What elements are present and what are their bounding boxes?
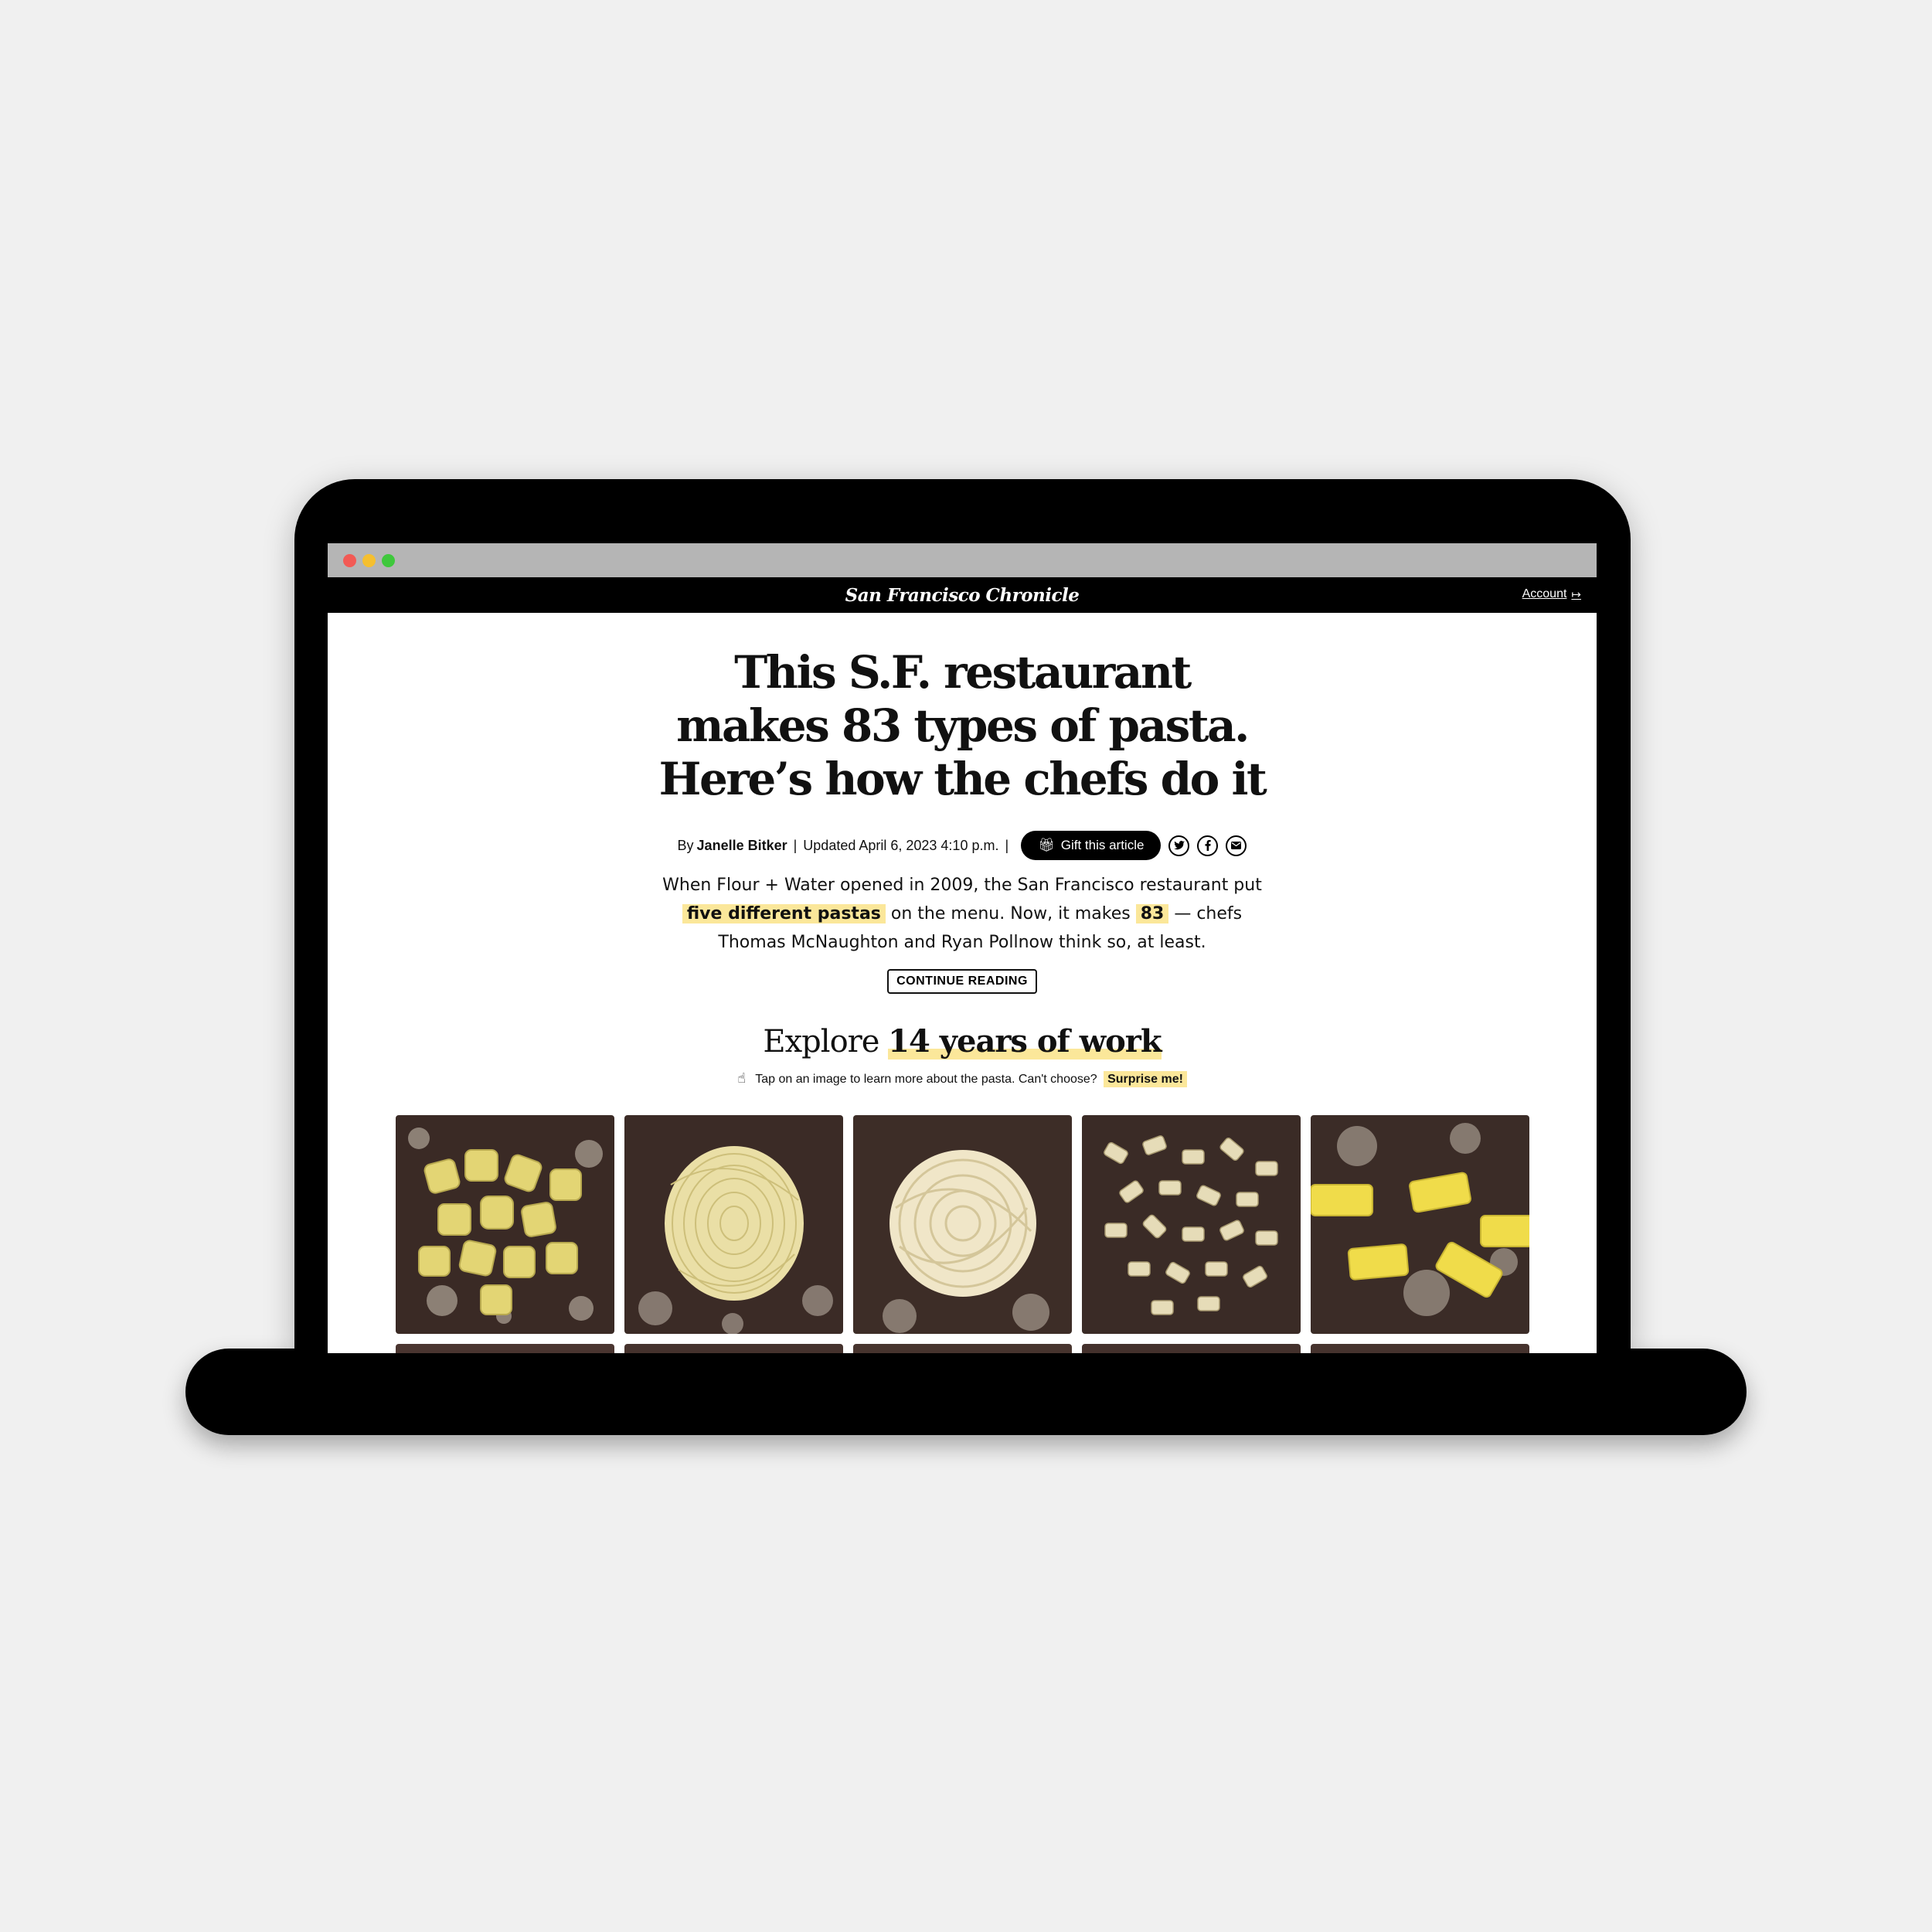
maximize-window-button[interactable] [382, 554, 395, 567]
explore-highlight: 14 years of work [888, 1023, 1162, 1060]
browser-titlebar [328, 543, 1597, 577]
pasta-image[interactable] [396, 1344, 614, 1353]
gift-article-button[interactable]: 🎁︎ Gift this article [1021, 831, 1162, 860]
pasta-image-rigatoni[interactable] [1311, 1115, 1529, 1334]
logout-icon: ↦ [1571, 588, 1581, 601]
updated-timestamp: Updated April 6, 2023 4:10 p.m. [803, 837, 999, 853]
byline: By Janelle Bitker | Updated April 6, 202… [328, 831, 1597, 860]
site-header: San Francisco Chronicle Account ↦ [328, 577, 1597, 613]
explore-hint: ☝︎ Tap on an image to learn more about t… [328, 1070, 1597, 1087]
pasta-image[interactable] [853, 1344, 1072, 1353]
close-window-button[interactable] [343, 554, 356, 567]
byline-prefix: By [677, 837, 694, 853]
pasta-image-tonnarelli[interactable] [624, 1115, 843, 1334]
browser-window: San Francisco Chronicle Account ↦ This S… [328, 543, 1597, 1353]
pasta-image[interactable] [1311, 1344, 1529, 1353]
explore-prefix: Explore [763, 1024, 879, 1060]
pasta-image-pici[interactable] [853, 1115, 1072, 1334]
facebook-icon[interactable] [1197, 835, 1219, 856]
hand-pointer-icon: ☝︎ [737, 1070, 747, 1086]
gift-icon: 🎁︎ [1038, 838, 1055, 852]
pasta-image-garganelli[interactable] [1082, 1115, 1301, 1334]
highlight-five-pastas: five different pastas [682, 904, 886, 923]
article-summary: When Flour + Water opened in 2009, the S… [653, 871, 1271, 957]
gift-label: Gift this article [1060, 838, 1145, 852]
twitter-icon[interactable] [1168, 835, 1190, 856]
account-label: Account [1522, 587, 1567, 600]
highlight-83: 83 [1135, 904, 1169, 923]
site-logo[interactable]: San Francisco Chronicle [845, 585, 1080, 606]
surprise-me-button[interactable]: Surprise me! [1104, 1071, 1187, 1087]
summary-text: on the menu. Now, it makes [890, 904, 1131, 923]
article-headline: This S.F. restaurant makes 83 types of p… [658, 646, 1267, 805]
byline-separator: | [1005, 837, 1009, 853]
continue-reading-button[interactable]: CONTINUE READING [887, 969, 1037, 994]
summary-text: When Flour + Water opened in 2009, the S… [662, 876, 1262, 895]
minimize-window-button[interactable] [362, 554, 376, 567]
pasta-image[interactable] [1082, 1344, 1301, 1353]
laptop-base [185, 1349, 1747, 1435]
account-link[interactable]: Account ↦ [1522, 587, 1581, 601]
author-name[interactable]: Janelle Bitker [697, 838, 787, 854]
pasta-image[interactable] [624, 1344, 843, 1353]
byline-separator: | [793, 837, 798, 853]
pasta-image-grid [396, 1115, 1529, 1353]
pasta-image-ravioli[interactable] [396, 1115, 614, 1334]
hint-text: Tap on an image to learn more about the … [755, 1073, 1097, 1086]
explore-heading: Explore 14 years of work [328, 1023, 1597, 1060]
email-icon[interactable] [1226, 835, 1247, 856]
